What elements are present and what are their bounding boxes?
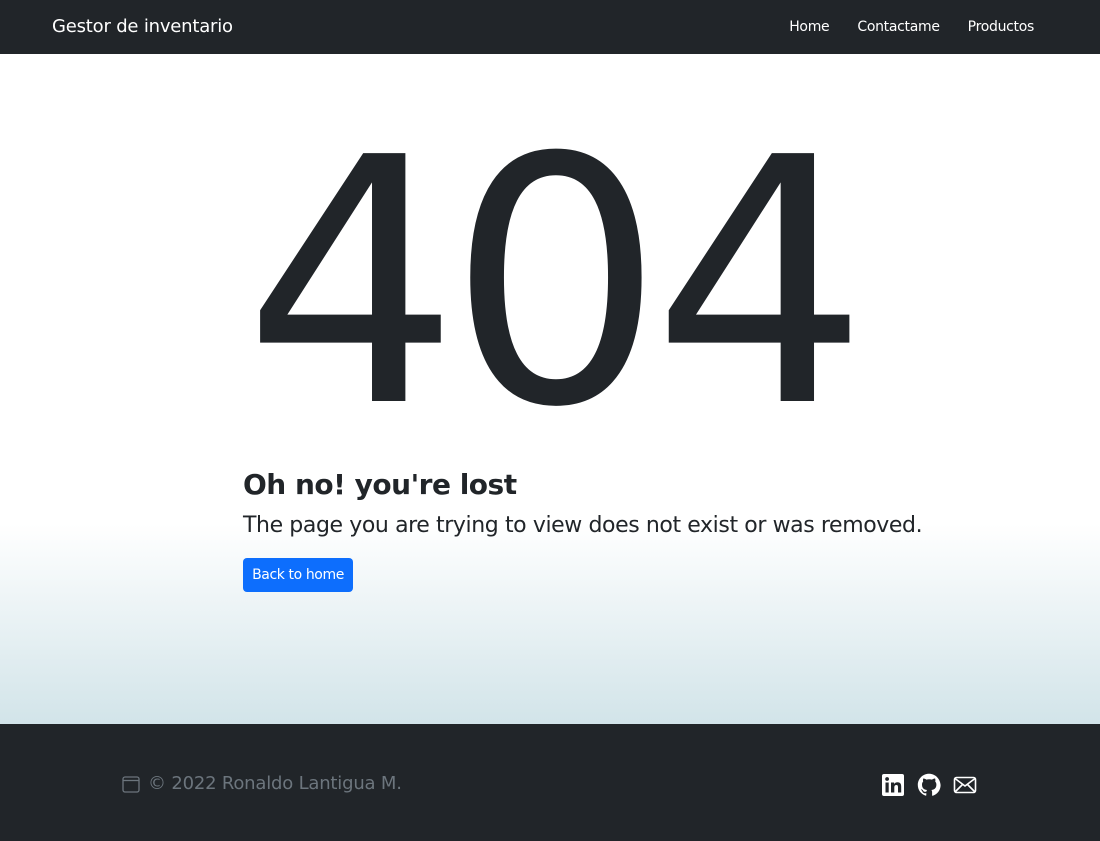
error-title: Oh no! you're lost [243,468,517,501]
copyright-text: © 2022 Ronaldo Lantigua M. [148,773,402,794]
error-description: The page you are trying to view does not… [243,513,923,538]
error-code: 404 [243,86,869,482]
copyright: © 2022 Ronaldo Lantigua M. [122,773,402,795]
nav-link-contactame[interactable]: Contactame [857,18,940,36]
linkedin-icon[interactable] [881,773,905,797]
nav-link-home[interactable]: Home [789,18,829,36]
navbar: Gestor de inventario Home Contactame Pro… [0,0,1100,54]
back-to-home-button[interactable]: Back to home [243,558,353,592]
nav-links: Home Contactame Productos [789,18,1034,36]
brand-link[interactable]: Gestor de inventario [52,16,233,38]
envelope-icon[interactable] [953,773,977,797]
footer: © 2022 Ronaldo Lantigua M. [0,724,1100,841]
calendar-icon [122,775,140,793]
main-content: 404 Oh no! you're lost The page you are … [0,54,1100,724]
nav-link-productos[interactable]: Productos [968,18,1035,36]
github-icon[interactable] [917,773,941,797]
social-links [881,773,977,797]
